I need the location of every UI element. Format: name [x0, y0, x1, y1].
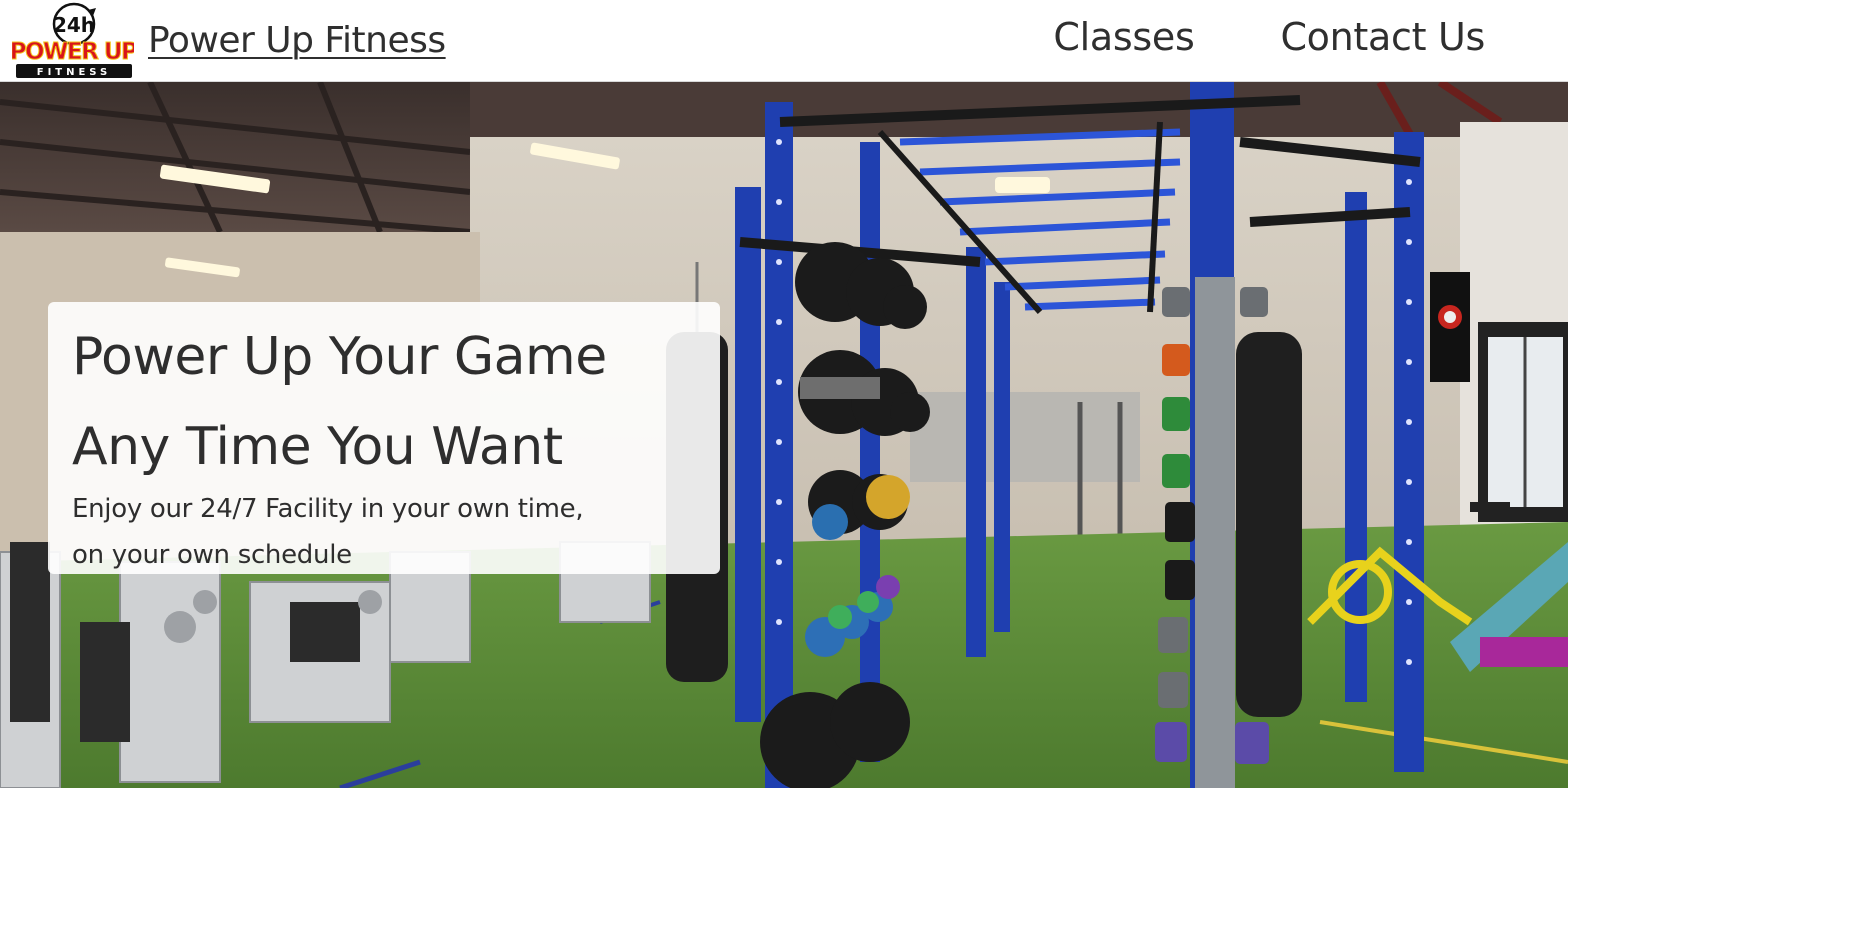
- hero-subtitle-line-2: on your own schedule: [72, 540, 352, 570]
- nav-contact-us-link[interactable]: Contact Us: [1280, 15, 1485, 59]
- hero-title-line-1: Power Up Your Game: [72, 327, 607, 387]
- hero-title: Power Up Your Game Any Time You Want: [72, 312, 720, 492]
- logo-main-text: POWER UP: [12, 39, 134, 65]
- hero-subtitle: Enjoy our 24/7 Facility in your own time…: [72, 486, 720, 578]
- brand-home-link[interactable]: Power Up Fitness: [148, 20, 446, 61]
- nav-classes-link[interactable]: Classes: [1053, 15, 1194, 59]
- site-header: 24h POWER UP FITNESS Power Up Fitness Cl…: [0, 0, 1568, 82]
- logo-sub-text: FITNESS: [37, 67, 112, 78]
- hero-subtitle-line-1: Enjoy our 24/7 Facility in your own time…: [72, 494, 584, 524]
- main-nav: Classes Contact Us: [1053, 15, 1485, 59]
- hero-title-line-2: Any Time You Want: [72, 417, 563, 477]
- hero-text-card: Power Up Your Game Any Time You Want Enj…: [48, 302, 720, 574]
- hero-section: Power Up Your Game Any Time You Want Enj…: [0, 82, 1568, 788]
- power-up-logo-icon: 24h POWER UP FITNESS: [12, 2, 134, 78]
- logo-badge-text: 24h: [53, 13, 95, 37]
- power-up-logo[interactable]: 24h POWER UP FITNESS: [12, 2, 134, 80]
